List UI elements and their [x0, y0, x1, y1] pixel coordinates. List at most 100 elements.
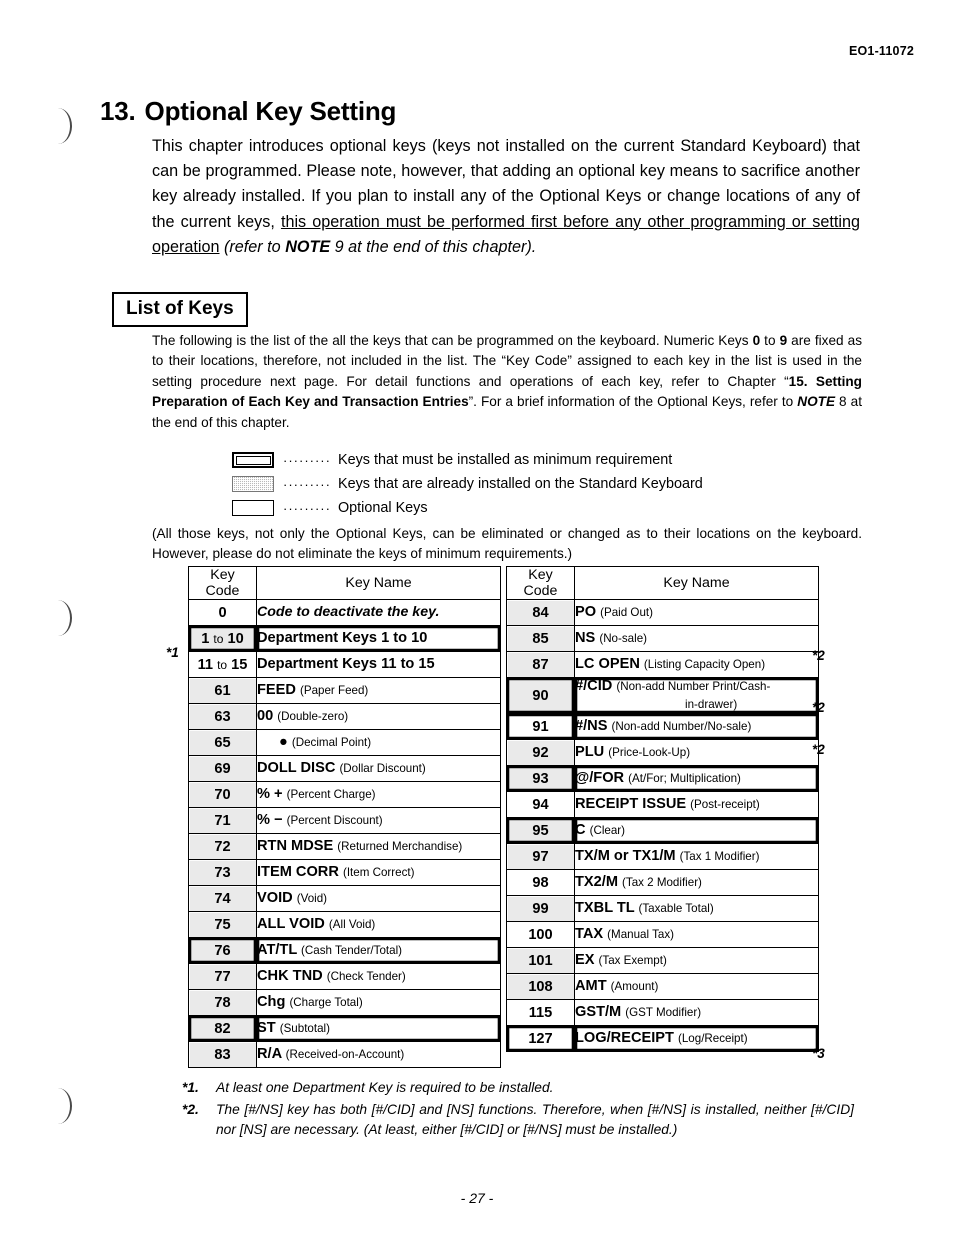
footnote-label: *2.	[182, 1101, 199, 1117]
binder-hole-mark-icon	[44, 600, 72, 636]
marker-footnote-2-cid: *2	[812, 700, 825, 715]
legend-label-optional: Optional Keys	[337, 500, 428, 516]
table-row: 108 AMT (Amount)	[506, 973, 819, 1000]
table-row: 11 to 15 Department Keys 11 to 15	[188, 651, 501, 678]
key-code-cell: 76	[188, 937, 257, 964]
key-code-cell: 85	[506, 625, 575, 652]
key-table-left-body: 0 Code to deactivate the key. 1 to 10 Depar…	[188, 599, 501, 1068]
explain-part2: to	[760, 333, 780, 348]
table-row: 99 TXBL TL (Taxable Total)	[506, 895, 819, 922]
explain-part1: The following is the list of the all the…	[152, 333, 753, 348]
explain-numeric-key-0: 0	[752, 333, 761, 348]
key-name-cell: AMT (Amount)	[574, 973, 819, 1000]
key-name-cell: ● (Decimal Point)	[256, 729, 501, 756]
key-name-cell: TXBL TL (Taxable Total)	[574, 895, 819, 922]
table-row: 97 TX/M or TX1/M (Tax 1 Modifier)	[506, 843, 819, 870]
key-name-cell: LC OPEN (Listing Capacity Open)	[574, 651, 819, 678]
key-name-cell: PO (Paid Out)	[574, 599, 819, 626]
table-row: 61 FEED (Paper Feed)	[188, 677, 501, 704]
key-name-cell: ITEM CORR (Item Correct)	[256, 859, 501, 886]
key-name-cell: EX (Tax Exempt)	[574, 947, 819, 974]
column-header-key-code: Key Code	[188, 566, 257, 600]
key-code-cell: 83	[188, 1041, 257, 1068]
intro-text-part2: (refer to	[219, 237, 286, 256]
marker-footnote-3-log-receipt: *3	[812, 1046, 825, 1061]
key-code-cell: 69	[188, 755, 257, 782]
key-name-cell: ST (Subtotal)	[256, 1015, 501, 1042]
footnote-text: At least one Department Key is required …	[216, 1080, 554, 1095]
table-row: 65 ● (Decimal Point)	[188, 729, 501, 756]
table-row: 0 Code to deactivate the key.	[188, 599, 501, 626]
table-row: 83 R/A (Received-on-Account)	[188, 1041, 501, 1068]
table-row: 95 C (Clear)	[506, 817, 819, 844]
key-name-cell: R/A (Received-on-Account)	[256, 1041, 501, 1068]
key-name-cell: Department Keys 11 to 15	[256, 651, 501, 678]
key-name-cell: % + (Percent Charge)	[256, 781, 501, 808]
section-heading-list-of-keys: List of Keys	[112, 292, 248, 327]
key-code-cell: 65	[188, 729, 257, 756]
key-code-cell: 94	[506, 791, 575, 818]
key-code-cell: 61	[188, 677, 257, 704]
legend-row-optional: ········· Optional Keys	[232, 496, 703, 520]
explain-numeric-key-9: 9	[779, 333, 788, 348]
legend-swatch-optional-icon	[232, 500, 274, 516]
table-row: 84 PO (Paid Out)	[506, 599, 819, 626]
column-header-key-name: Key Name	[574, 566, 819, 600]
header-line-1: Key	[210, 567, 235, 583]
key-name-cell: Code to deactivate the key.	[256, 599, 501, 626]
table-row: 91 #/NS (Non-add Number/No-sale)	[506, 713, 819, 740]
intro-note-label: NOTE	[285, 237, 331, 256]
key-code-cell: 98	[506, 869, 575, 896]
legend-swatch-installed-icon	[232, 476, 274, 492]
table-row: 82 ST (Subtotal)	[188, 1015, 501, 1042]
table-row: 127 LOG/RECEIPT (Log/Receipt)	[506, 1025, 819, 1052]
key-code-cell: 84	[506, 599, 575, 626]
key-code-cell: 115	[506, 999, 575, 1026]
table-row: 74 VOID (Void)	[188, 885, 501, 912]
chapter-intro-paragraph: This chapter introduces optional keys (k…	[152, 134, 860, 260]
key-code-cell: 82	[188, 1015, 257, 1042]
keys-note-paragraph: (All those keys, not only the Optional K…	[152, 526, 862, 562]
key-code-cell: 95	[506, 817, 575, 844]
key-name-cell: TAX (Manual Tax)	[574, 921, 819, 948]
legend-row-installed: ········· Keys that are already installe…	[232, 472, 703, 496]
table-row: 115 GST/M (GST Modifier)	[506, 999, 819, 1026]
key-name-cell: PLU (Price-Look-Up)	[574, 739, 819, 766]
key-name-cell: GST/M (GST Modifier)	[574, 999, 819, 1026]
explain-note-label: NOTE	[797, 394, 836, 410]
table-row: 98 TX2/M (Tax 2 Modifier)	[506, 869, 819, 896]
table-row: 77 CHK TND (Check Tender)	[188, 963, 501, 990]
key-code-cell: 93	[506, 765, 575, 792]
page-number: - 27 -	[460, 1190, 494, 1206]
key-name-cell: Department Keys 1 to 10	[256, 625, 501, 652]
table-row: 92 PLU (Price-Look-Up)	[506, 739, 819, 766]
key-name-cell: LOG/RECEIPT (Log/Receipt)	[574, 1025, 819, 1052]
table-row: 93 @/FOR (At/For; Multiplication)	[506, 765, 819, 792]
key-name-cell: AT/TL (Cash Tender/Total)	[256, 937, 501, 964]
key-name-cell: VOID (Void)	[256, 885, 501, 912]
header-line-2: Code	[205, 583, 240, 599]
key-name-cell: ALL VOID (All Void)	[256, 911, 501, 938]
table-row: 73 ITEM CORR (Item Correct)	[188, 859, 501, 886]
key-code-cell: 99	[506, 895, 575, 922]
key-code-cell: 127	[506, 1025, 575, 1052]
chapter-number: 13.	[100, 96, 136, 126]
legend-dots: ·········	[283, 452, 331, 468]
key-code-cell: 87	[506, 651, 575, 678]
table-row: 76 AT/TL (Cash Tender/Total)	[188, 937, 501, 964]
key-code-cell: 0	[188, 599, 257, 626]
legend-dots: ·········	[283, 476, 331, 492]
footnote-item: *2. The [#/NS] key has both [#/CID] and …	[182, 1100, 854, 1141]
chapter-title-text: Optional Key Setting	[144, 96, 397, 126]
key-name-cell: DOLL DISC (Dollar Discount)	[256, 755, 501, 782]
key-code-cell: 63	[188, 703, 257, 730]
column-header-key-name: Key Name	[256, 566, 501, 600]
table-row: 71% − (Percent Discount)	[188, 807, 501, 834]
key-code-cell: 72	[188, 833, 257, 860]
explain-part4: ”. For a brief information of the Option…	[468, 394, 798, 410]
legend-swatch-minimum-icon	[232, 452, 274, 468]
key-code-cell: 97	[506, 843, 575, 870]
key-name-cell: CHK TND (Check Tender)	[256, 963, 501, 990]
key-name-cell: % − (Percent Discount)	[256, 807, 501, 834]
header-line-2: Code	[523, 583, 558, 599]
